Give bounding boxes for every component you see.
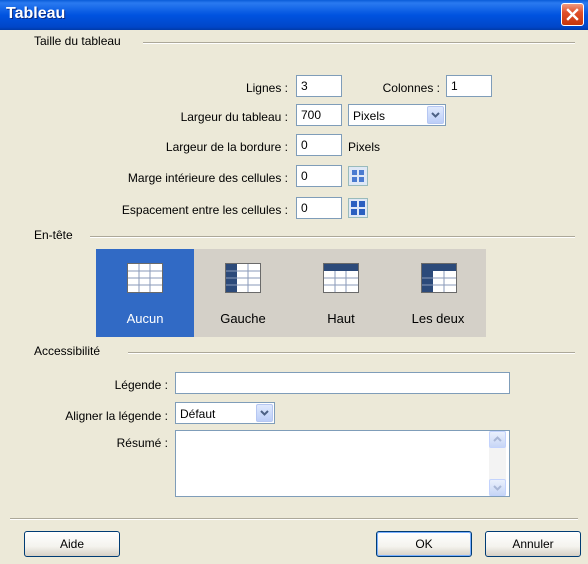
chevron-down-icon <box>493 485 502 491</box>
title-bar[interactable]: Tableau <box>0 0 588 30</box>
window-title: Tableau <box>6 5 66 22</box>
cell-padding-input[interactable]: 0 <box>296 165 342 187</box>
width-unit-value: Pixels <box>353 109 386 123</box>
scroll-down-button[interactable] <box>489 479 506 496</box>
columns-label: Colonnes : <box>382 81 440 95</box>
header-option-haut[interactable]: Haut <box>292 249 390 337</box>
caption-input[interactable] <box>175 372 510 394</box>
accessibility-legend: Accessibilité <box>34 344 107 358</box>
header-option-aucun[interactable]: Aucun <box>96 249 194 337</box>
help-button[interactable]: Aide <box>24 531 120 557</box>
chevron-down-icon <box>431 112 440 118</box>
close-icon <box>566 8 579 21</box>
header-option-label: Haut <box>327 311 355 326</box>
cell-padding-label: Marge intérieure des cellules : <box>127 171 288 185</box>
caption-align-label: Aligner la légende : <box>65 409 168 423</box>
cell-spacing-input[interactable]: 0 <box>296 197 342 219</box>
cancel-button[interactable]: Annuler <box>485 531 581 557</box>
cell-padding-icon <box>348 166 368 186</box>
section-divider <box>143 42 575 44</box>
summary-scrollbar[interactable] <box>489 431 506 496</box>
rows-input[interactable]: 3 <box>296 75 342 97</box>
section-divider <box>90 236 575 238</box>
table-size-legend: Taille du tableau <box>34 34 127 48</box>
chevron-up-icon <box>493 436 502 442</box>
section-divider <box>128 352 575 354</box>
table-no-header-icon <box>127 263 163 293</box>
chevron-down-icon <box>260 410 269 416</box>
scroll-up-button[interactable] <box>489 431 506 448</box>
summary-label: Résumé : <box>116 436 168 450</box>
columns-input[interactable]: 1 <box>446 75 492 97</box>
rows-label: Lignes : <box>245 81 288 95</box>
width-unit-select[interactable]: Pixels <box>348 104 446 126</box>
footer-divider <box>10 518 578 520</box>
table-width-input[interactable]: 700 <box>296 104 342 126</box>
header-option-label: Les deux <box>411 311 465 326</box>
table-width-label: Largeur du tableau : <box>180 110 288 124</box>
header-option-label: Aucun <box>126 311 164 326</box>
caption-align-value: Défaut <box>180 407 216 421</box>
header-option-label: Gauche <box>220 311 266 326</box>
caption-align-select[interactable]: Défaut <box>175 402 275 424</box>
header-option-les-deux[interactable]: Les deux <box>390 249 486 337</box>
dropdown-arrow[interactable] <box>427 106 444 124</box>
cell-spacing-label: Espacement entre les cellules : <box>121 203 288 217</box>
dropdown-arrow[interactable] <box>256 404 273 422</box>
header-option-gauche[interactable]: Gauche <box>194 249 292 337</box>
caption-label: Légende : <box>114 378 168 392</box>
ok-button[interactable]: OK <box>376 531 472 557</box>
border-width-input[interactable]: 0 <box>296 134 342 156</box>
table-top-header-icon <box>323 263 359 293</box>
table-both-header-icon <box>421 263 457 293</box>
border-width-label: Largeur de la bordure : <box>165 140 288 154</box>
table-left-header-icon <box>225 263 261 293</box>
close-button[interactable] <box>561 3 584 26</box>
cell-spacing-icon <box>348 198 368 218</box>
border-unit-label: Pixels <box>348 140 381 154</box>
table-dialog: Tableau Taille du tableau Lignes : 3 Col… <box>0 0 588 564</box>
summary-textarea[interactable] <box>175 430 510 497</box>
header-legend: En-tête <box>34 228 79 242</box>
